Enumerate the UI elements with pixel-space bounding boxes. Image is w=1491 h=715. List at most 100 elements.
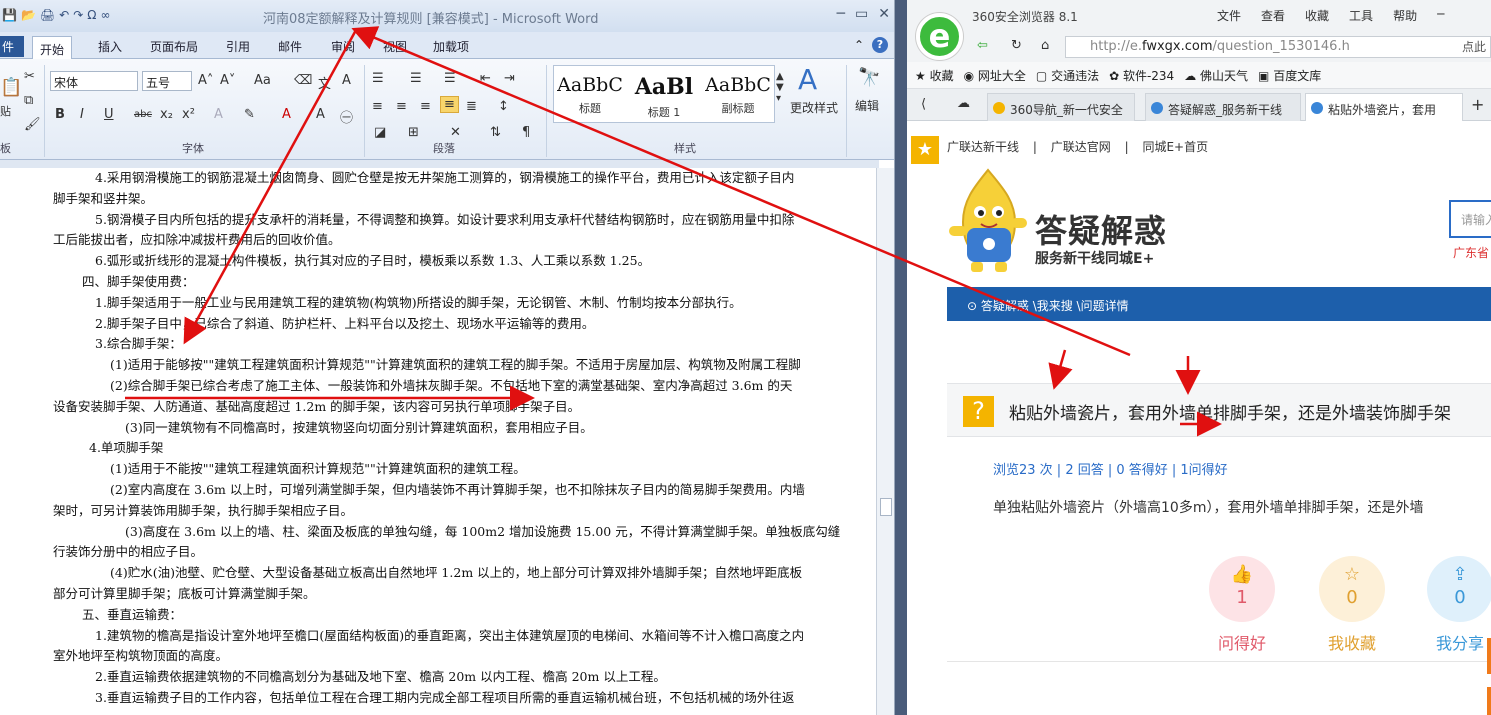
new-tab-icon[interactable]: + <box>1471 95 1484 114</box>
edit-label[interactable]: 编辑 <box>855 97 879 114</box>
cut-icon[interactable]: ✂ <box>24 69 35 84</box>
char-border-icon[interactable]: A <box>342 73 351 88</box>
font-size-dropdown[interactable]: 五号 <box>142 71 192 91</box>
style-title[interactable]: AaBbC 标题 <box>554 74 626 116</box>
open-icon[interactable]: 📂 <box>21 8 36 22</box>
shading-icon[interactable]: ◪ <box>374 125 386 140</box>
undo-icon[interactable]: ↶ <box>59 8 69 22</box>
side-widget[interactable] <box>1487 687 1491 715</box>
multilevel-list-icon[interactable]: ☰ <box>444 71 456 86</box>
bullets-icon[interactable]: ☰ <box>372 71 384 86</box>
tab-references[interactable]: 引用 <box>226 38 250 55</box>
like-question-button[interactable]: 👍 1 问得好 <box>1209 556 1275 654</box>
show-marks-icon[interactable]: ¶ <box>522 125 530 140</box>
copy-icon[interactable]: ⧉ <box>24 93 33 108</box>
tab-addins[interactable]: 加载项 <box>433 38 469 55</box>
site-search-input[interactable]: 请输入 <box>1449 200 1491 238</box>
tab-home[interactable]: 开始 <box>32 36 73 60</box>
tab-page-layout[interactable]: 页面布局 <box>150 38 198 55</box>
tab-mailings[interactable]: 邮件 <box>278 38 302 55</box>
menu-file[interactable]: 文件 <box>1217 7 1241 24</box>
bold-icon[interactable]: B <box>55 107 65 122</box>
subscript-icon[interactable]: x₂ <box>160 107 173 122</box>
strikethrough-icon[interactable]: abc <box>134 109 152 120</box>
align-right-icon[interactable]: ≡ <box>420 99 431 114</box>
maximize-icon[interactable]: ▭ <box>855 6 868 22</box>
italic-icon[interactable]: I <box>80 107 84 122</box>
vertical-scrollbar[interactable] <box>876 168 894 715</box>
tab-review[interactable]: 审阅 <box>331 38 355 55</box>
underline-icon[interactable]: U <box>104 107 114 122</box>
addr-extra[interactable]: 点此 <box>1462 38 1486 55</box>
save-icon[interactable]: 💾 <box>2 8 17 22</box>
share-button[interactable]: ⇪ 0 我分享 <box>1427 556 1491 654</box>
justify-icon[interactable]: ≡ <box>440 96 459 113</box>
borders-icon[interactable]: ⊞ <box>408 125 419 140</box>
text-effect-icon[interactable]: A <box>214 107 223 122</box>
bookmark-traffic[interactable]: ▢ 交通违法 <box>1036 67 1099 84</box>
numbering-icon[interactable]: ☰ <box>410 71 422 86</box>
minimize-icon[interactable]: ─ <box>1437 7 1444 24</box>
find-icon[interactable]: 🔭 <box>858 67 880 88</box>
menu-help[interactable]: 帮助 <box>1393 7 1417 24</box>
align-center-icon[interactable]: ≡ <box>396 99 407 114</box>
favorite-button[interactable]: ☆ 0 我收藏 <box>1319 556 1385 654</box>
shrink-font-icon[interactable]: A˅ <box>220 73 235 88</box>
cloud-icon[interactable]: ☁ <box>957 96 970 111</box>
tab-360-nav[interactable]: 360导航_新一代安全 <box>987 93 1135 121</box>
clear-format-icon[interactable]: ⌫ <box>294 73 312 88</box>
distribute-icon[interactable]: ≣ <box>466 99 477 114</box>
phonetic-icon[interactable]: 文 <box>318 73 331 92</box>
back-icon[interactable]: ⇦ <box>977 38 988 53</box>
char-shading-icon[interactable]: A <box>316 107 325 122</box>
superscript-icon[interactable]: x² <box>182 107 195 122</box>
bookmark-software[interactable]: ✿ 软件-234 <box>1109 67 1174 84</box>
menu-view[interactable]: 查看 <box>1261 7 1285 24</box>
menu-favorites[interactable]: 收藏 <box>1305 7 1329 24</box>
style-subtitle[interactable]: AaBbC 副标题 <box>702 74 774 116</box>
home-icon[interactable]: ⌂ <box>1041 38 1049 53</box>
format-painter-icon[interactable]: 🖌 <box>24 117 41 132</box>
enclose-char-icon[interactable]: ㊀ <box>340 107 353 126</box>
paste-icon[interactable]: 📋 <box>0 77 22 98</box>
ribbon-collapse-icon[interactable]: ⌃ <box>854 38 864 52</box>
link-glodon-xgx[interactable]: 广联达新干线 <box>947 140 1019 154</box>
font-name-dropdown[interactable]: 宋体 <box>50 71 138 91</box>
change-styles-label[interactable]: 更改样式 <box>790 99 838 116</box>
close-icon[interactable]: ✕ <box>878 6 890 22</box>
paste-label[interactable]: 贴 <box>0 103 11 119</box>
symbol-icon[interactable]: Ω <box>87 8 96 22</box>
favorite-star-icon[interactable]: ★ <box>911 136 939 164</box>
bookmark-favorites[interactable]: ★ 收藏 <box>915 67 954 84</box>
font-color-icon[interactable]: A <box>282 107 291 122</box>
tab-current-question[interactable]: 粘贴外墙瓷片，套用 <box>1305 93 1463 121</box>
url-field[interactable]: http://e.fwxgx.com/question_1530146.h <box>1065 36 1491 58</box>
grow-font-icon[interactable]: A˄ <box>198 73 213 88</box>
scrollbar-thumb[interactable] <box>880 498 892 516</box>
bookmark-site-directory[interactable]: ◉ 网址大全 <box>964 67 1026 84</box>
gallery-scroll-icon[interactable]: ▲ ▼ ▾ <box>776 71 784 104</box>
side-widget[interactable] <box>1487 638 1491 674</box>
tab-view[interactable]: 视图 <box>383 38 407 55</box>
region-label[interactable]: 广东省 <box>1453 244 1489 261</box>
redo-icon[interactable]: ↷ <box>73 8 83 22</box>
chinese-layout-icon[interactable]: ✕ <box>450 125 461 140</box>
bookmark-baidu[interactable]: ▣ 百度文库 <box>1258 67 1321 84</box>
refresh-icon[interactable]: ↻ <box>1011 38 1022 53</box>
print-icon[interactable]: 🖨 <box>40 8 55 22</box>
align-left-icon[interactable]: ≡ <box>372 99 383 114</box>
menu-tools[interactable]: 工具 <box>1349 7 1373 24</box>
tab-file[interactable]: 件 <box>0 36 24 57</box>
minimize-icon[interactable]: ─ <box>837 6 845 22</box>
change-styles-icon[interactable]: A <box>798 63 817 96</box>
line-spacing-icon[interactable]: ↕ <box>498 99 509 114</box>
link-glodon-site[interactable]: 广联达官网 <box>1051 140 1111 154</box>
tabs-left-icon[interactable]: ⟨ <box>921 97 926 112</box>
increase-indent-icon[interactable]: ⇥ <box>504 71 515 86</box>
document-body[interactable]: 4.采用钢滑模施工的钢筋混凝土烟囱筒身、圆贮仓壁是按无井架施工测算的，钢滑模施工… <box>0 168 875 715</box>
sort-icon[interactable]: ⇅ <box>490 125 501 140</box>
tab-insert[interactable]: 插入 <box>98 38 122 55</box>
equation-icon[interactable]: ∞ <box>100 8 110 22</box>
bookmark-weather[interactable]: ☁ 佛山天气 <box>1184 67 1248 84</box>
tab-dayi-home[interactable]: 答疑解惑_服务新干线 <box>1145 93 1301 121</box>
